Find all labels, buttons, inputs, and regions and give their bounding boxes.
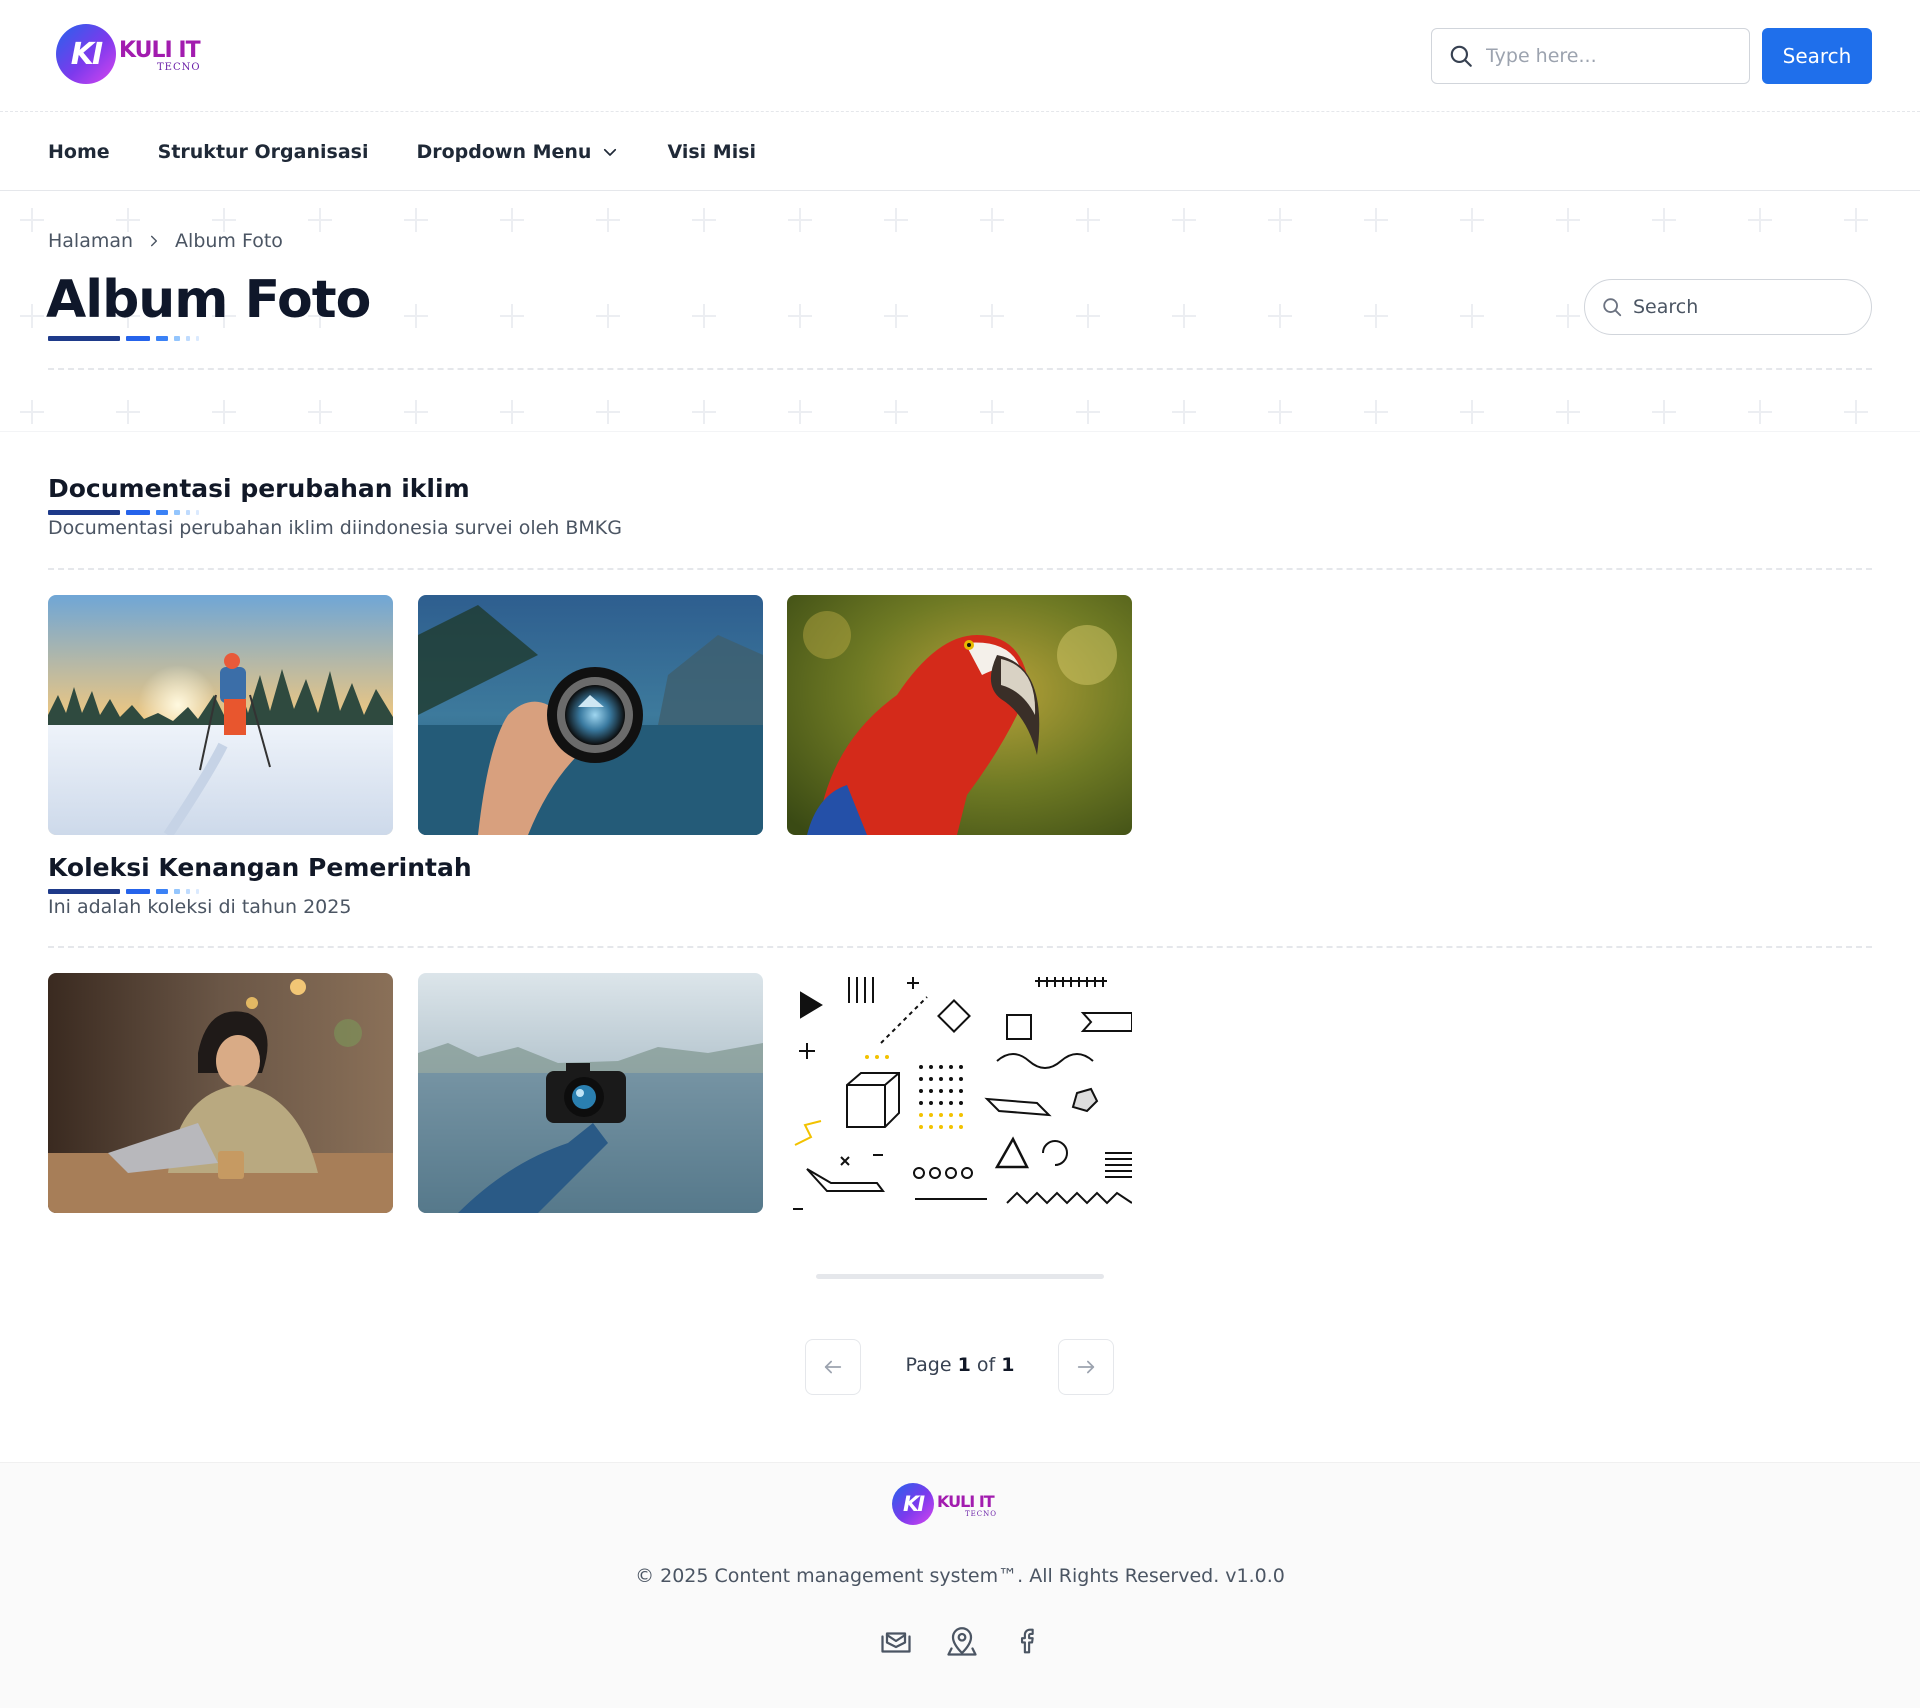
album-title[interactable]: Documentasi perubahan iklim bbox=[48, 474, 470, 503]
nav-item-label: Dropdown Menu bbox=[416, 141, 592, 163]
album-description: Ini adalah koleksi di tahun 2025 bbox=[48, 896, 352, 918]
pagination-current-page: 1 bbox=[957, 1354, 971, 1376]
horizontal-scrollbar[interactable] bbox=[816, 1274, 1104, 1279]
hero-divider bbox=[48, 368, 1872, 370]
breadcrumb-item-halaman[interactable]: Halaman bbox=[48, 230, 133, 252]
album-divider bbox=[48, 568, 1872, 570]
pagination-next-button[interactable] bbox=[1058, 1339, 1114, 1395]
logo-wordmark: KULI IT TECNO bbox=[937, 1483, 1007, 1525]
album-title-underline bbox=[48, 509, 199, 515]
nav-item-struktur-organisasi[interactable]: Struktur Organisasi bbox=[158, 141, 369, 163]
social-links bbox=[878, 1623, 1044, 1659]
pagination-prev-button[interactable] bbox=[805, 1339, 861, 1395]
logo-subword: TECNO bbox=[965, 1510, 997, 1518]
nav-item-label: Struktur Organisasi bbox=[157, 141, 369, 163]
page-hero: Halaman Album Foto Album Foto bbox=[0, 192, 1920, 432]
page-title: Album Foto bbox=[46, 270, 371, 330]
logo-subword: TECNO bbox=[157, 62, 201, 73]
arrow-right-icon bbox=[1077, 1360, 1095, 1374]
location-pin-icon[interactable] bbox=[944, 1623, 980, 1659]
album-divider bbox=[48, 946, 1872, 948]
header-search-button[interactable]: Search bbox=[1762, 28, 1872, 84]
copyright-text: © 2025 Content management system™. All R… bbox=[635, 1565, 1285, 1587]
nav-item-dropdown-menu[interactable]: Dropdown Menu bbox=[416, 141, 619, 163]
pagination-prefix: Page bbox=[905, 1354, 952, 1376]
logo-wordmark: KULI IT TECNO bbox=[119, 24, 209, 84]
footer-logo[interactable]: KI KULI IT TECNO bbox=[892, 1483, 1007, 1525]
breadcrumb: Halaman Album Foto bbox=[48, 230, 283, 252]
search-icon bbox=[1603, 298, 1622, 317]
top-header: KI KULI IT TECNO Search bbox=[0, 0, 1920, 112]
arrow-left-icon bbox=[824, 1360, 842, 1374]
chevron-right-icon bbox=[151, 235, 158, 247]
site-footer: KI KULI IT TECNO © 2025 Content manageme… bbox=[0, 1462, 1920, 1708]
nav-item-label: Visi Misi bbox=[667, 141, 757, 163]
album-photo[interactable] bbox=[787, 973, 1132, 1213]
album-title-underline bbox=[48, 888, 199, 894]
logo-badge: KI bbox=[56, 24, 116, 84]
pagination-total-pages: 1 bbox=[1001, 1354, 1015, 1376]
album-photo[interactable] bbox=[418, 973, 763, 1213]
album-title[interactable]: Koleksi Kenangan Pemerintah bbox=[48, 853, 472, 882]
breadcrumb-item-album-foto: Album Foto bbox=[175, 230, 283, 252]
logo-word: KULI IT bbox=[937, 1492, 995, 1511]
logo-word: KULI IT bbox=[119, 38, 201, 63]
pagination-status: Page 1 of 1 bbox=[860, 1354, 1060, 1376]
header-search-input[interactable] bbox=[1486, 45, 1726, 67]
album-photo[interactable] bbox=[48, 595, 393, 835]
nav-item-visi-misi[interactable]: Visi Misi bbox=[667, 141, 756, 163]
album-search-input[interactable] bbox=[1633, 296, 1853, 318]
search-icon bbox=[1450, 45, 1472, 67]
nav-item-home[interactable]: Home bbox=[48, 141, 110, 163]
title-underline-decoration bbox=[48, 335, 199, 341]
header-search-box bbox=[1431, 28, 1750, 84]
facebook-icon[interactable] bbox=[1010, 1624, 1044, 1658]
album-photo[interactable] bbox=[418, 595, 763, 835]
nav-item-label: Home bbox=[48, 141, 110, 163]
main-nav: Home Struktur Organisasi Dropdown Menu V… bbox=[0, 113, 1920, 191]
album-description: Documentasi perubahan iklim diindonesia … bbox=[48, 517, 622, 539]
album-photo[interactable] bbox=[48, 973, 393, 1213]
chevron-down-icon bbox=[604, 148, 617, 156]
album-photo[interactable] bbox=[787, 595, 1132, 835]
album-search-box bbox=[1584, 279, 1872, 335]
mail-icon[interactable] bbox=[878, 1623, 914, 1659]
logo-badge: KI bbox=[892, 1483, 934, 1525]
pagination-separator: of bbox=[976, 1354, 996, 1376]
site-logo[interactable]: KI KULI IT TECNO bbox=[56, 24, 209, 84]
